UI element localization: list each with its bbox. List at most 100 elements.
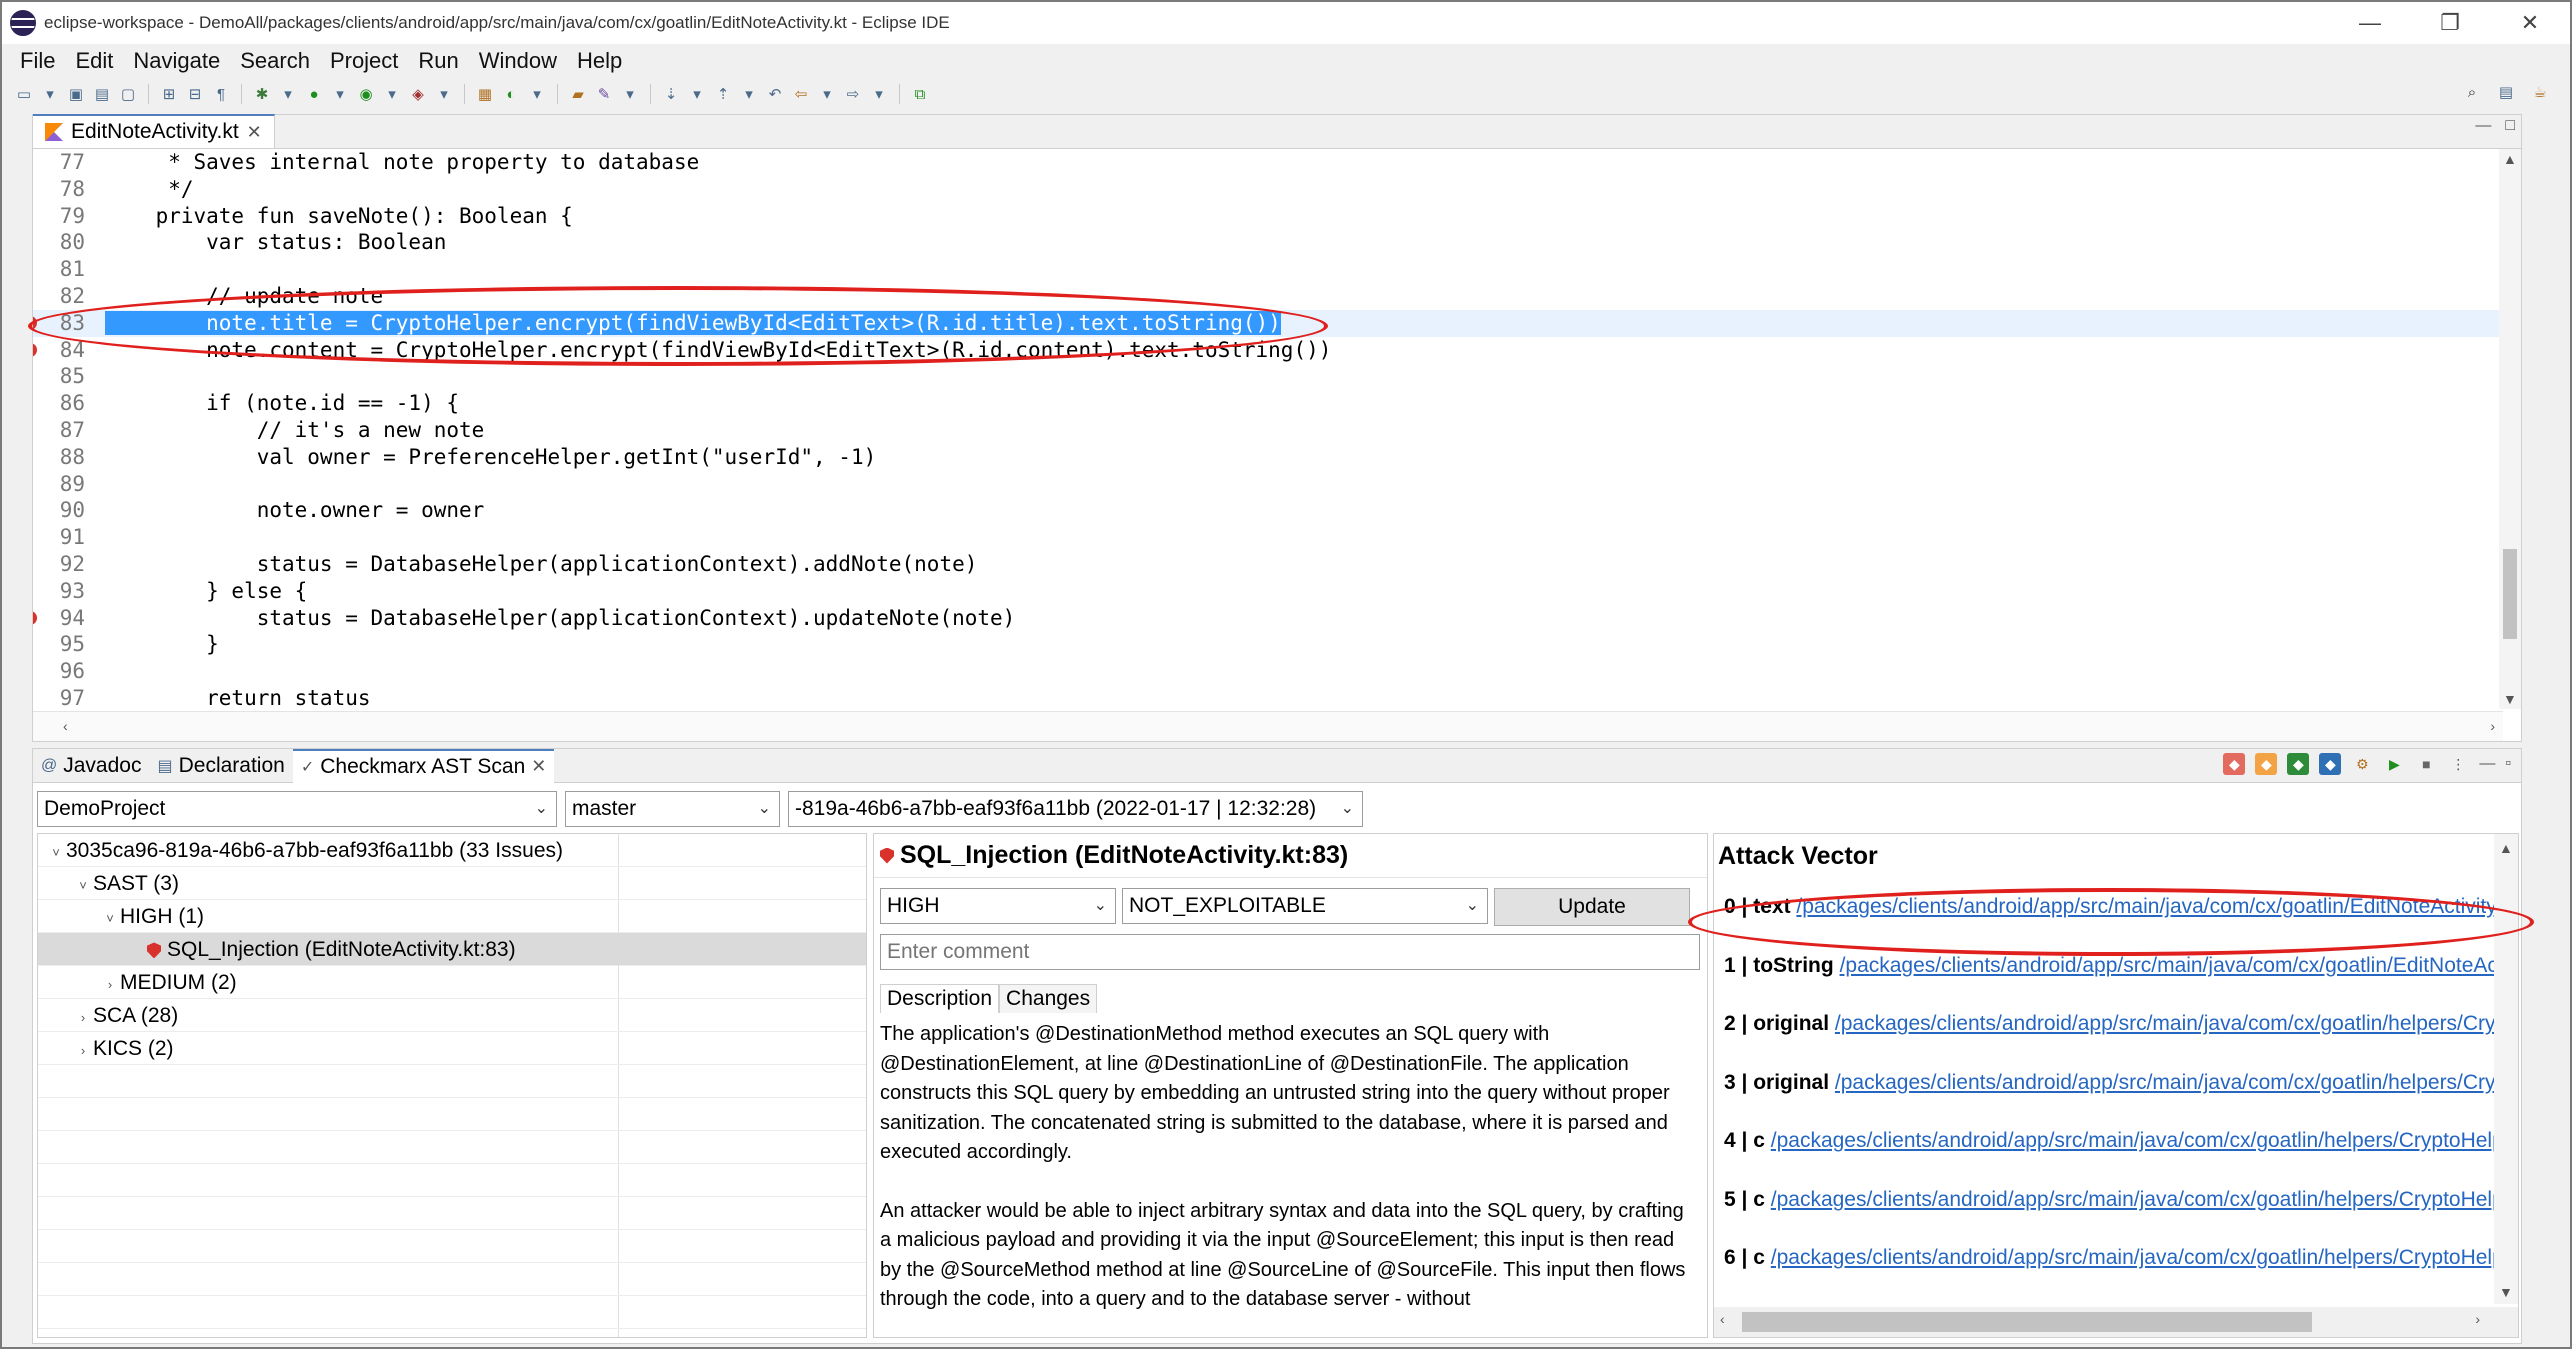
code-line[interactable]: 85 [33,363,2503,390]
dropdown-icon[interactable]: ▾ [817,84,837,104]
search-tool-icon[interactable]: ✎ [594,84,614,104]
node-file-link[interactable]: /packages/clients/android/app/src/main/j… [1835,1012,2518,1035]
scroll-thumb[interactable] [1742,1312,2312,1332]
close-button[interactable]: ✕ [2490,2,2570,44]
menu-file[interactable]: File [10,48,65,74]
tab-changes[interactable]: Changes [999,984,1098,1013]
dropdown-icon[interactable]: ▾ [620,84,640,104]
node-file-link[interactable]: /packages/clients/android/app/src/main/j… [1835,1071,2518,1094]
comment-input[interactable] [880,934,1700,970]
code-line[interactable]: 86 if (note.id == -1) { [33,390,2503,417]
code-line[interactable]: 77 * Saves internal note property to dat… [33,149,2503,176]
scroll-thumb[interactable] [2503,549,2517,639]
pin-editor-icon[interactable]: ⧉ [910,84,930,104]
code-line[interactable]: 90 note.owner = owner [33,497,2503,524]
tab-javadoc[interactable]: @ Javadoc [33,749,149,783]
close-icon[interactable]: ✕ [247,122,262,143]
prev-annotation-icon[interactable]: ⇡ [713,84,733,104]
code-line[interactable]: 91 [33,524,2503,551]
tree-item[interactable]: › KICS (2) [38,1032,866,1065]
dropdown-icon[interactable]: ▾ [527,84,547,104]
code-line[interactable]: 83× note.title = CryptoHelper.encrypt(fi… [33,309,2503,337]
tree-item[interactable]: › SCA (28) [38,999,866,1032]
editor-horizontal-scrollbar[interactable]: ‹ › [33,711,2503,741]
chevron-down-icon[interactable]: ˅ [46,836,66,869]
chevron-right-icon[interactable]: › [100,968,120,1001]
dropdown-icon[interactable]: ▾ [434,84,454,104]
debug-icon[interactable]: ✱ [252,84,272,104]
minimize-button[interactable]: — [2330,2,2410,44]
chevron-right-icon[interactable]: › [73,1001,93,1034]
code-editor[interactable]: EditNoteActivity.kt ✕ — □ 77 * Saves int… [32,114,2522,742]
dropdown-icon[interactable]: ▾ [40,84,60,104]
dropdown-icon[interactable]: ▾ [869,84,889,104]
menu-navigate[interactable]: Navigate [123,48,230,74]
save-all-icon[interactable]: ▤ [92,84,112,104]
code-line[interactable]: 81 [33,256,2503,283]
terminal-icon[interactable]: ▢ [118,84,138,104]
chevron-down-icon[interactable]: ˅ [100,902,120,935]
node-file-link[interactable]: /packages/clients/android/app/src/main/j… [1771,1129,2518,1152]
code-line[interactable]: 87 // it's a new note [33,417,2503,444]
coverage-icon[interactable]: ◉ [356,84,376,104]
open-perspective-icon[interactable]: ▤ [2496,82,2516,102]
close-icon[interactable]: ✕ [531,756,546,777]
filter-low-icon[interactable]: ◆ [2287,753,2310,775]
restore-button[interactable]: ❐ [2410,2,2490,44]
code-line[interactable]: 94× status = DatabaseHelper(applicationC… [33,605,2503,632]
code-line[interactable]: 97 return status [33,685,2503,709]
node-file-link[interactable]: /packages/clients/android/app/src/main/j… [1840,954,2518,977]
tree-item[interactable]: SQL_Injection (EditNoteActivity.kt:83) [38,933,866,966]
tab-description[interactable]: Description [880,984,1000,1013]
scroll-down-icon[interactable]: ▼ [2503,691,2517,707]
view-menu-icon[interactable]: ⋮ [2447,753,2469,775]
code-line[interactable]: 84× note.content = CryptoHelper.encrypt(… [33,337,2503,364]
new-icon[interactable]: ▭ [14,84,34,104]
project-combo[interactable]: DemoProject ⌄ [37,791,557,827]
maximize-view-icon[interactable]: ▫ [2505,755,2511,773]
stop-scan-icon[interactable]: ■ [2415,753,2437,775]
external-tools-icon[interactable]: ◈ [408,84,428,104]
results-tree[interactable]: ˅ 3035ca96-819a-46b6-a7bb-eaf93f6a11bb (3… [37,833,867,1338]
attack-vector-vertical-scrollbar[interactable]: ▲ ▼ [2494,834,2518,1304]
run-icon[interactable]: ● [304,84,324,104]
chevron-right-icon[interactable]: › [73,1034,93,1067]
code-line[interactable]: 88 val owner = PreferenceHelper.getInt("… [33,444,2503,471]
update-button[interactable]: Update [1494,888,1690,926]
minimize-view-icon[interactable]: — [2479,755,2495,773]
attack-vector-horizontal-scrollbar[interactable]: ‹ › [1714,1307,2518,1337]
tree-item[interactable]: ˅ 3035ca96-819a-46b6-a7bb-eaf93f6a11bb (3… [38,834,866,867]
editor-vertical-scrollbar[interactable]: ▲ ▼ [2499,149,2521,709]
toggle-mark-icon[interactable]: ⊞ [159,84,179,104]
search-icon[interactable]: ⌕ [2462,82,2482,102]
scroll-right-icon[interactable]: › [2475,1311,2480,1327]
tab-editnoteactivity[interactable]: EditNoteActivity.kt ✕ [33,114,275,148]
menu-help[interactable]: Help [567,48,632,74]
maximize-view-icon[interactable]: □ [2505,117,2515,135]
branch-combo[interactable]: master ⌄ [565,791,780,827]
code-line[interactable]: 78 */ [33,176,2503,203]
menu-run[interactable]: Run [408,48,468,74]
code-line[interactable]: 96 [33,658,2503,685]
minimize-view-icon[interactable]: — [2475,117,2491,135]
scroll-up-icon[interactable]: ▲ [2503,151,2517,167]
save-icon[interactable]: ▣ [66,84,86,104]
menu-edit[interactable]: Edit [65,48,123,74]
code-line[interactable]: 80 var status: Boolean [33,229,2503,256]
menu-project[interactable]: Project [320,48,408,74]
dropdown-icon[interactable]: ▾ [739,84,759,104]
start-scan-icon[interactable]: ▶ [2383,753,2405,775]
scroll-left-icon[interactable]: ‹ [1720,1311,1725,1327]
tab-checkmarx[interactable]: ✓ Checkmarx AST Scan ✕ [292,748,555,783]
code-line[interactable]: 93 } else { [33,578,2503,605]
next-annotation-icon[interactable]: ⇣ [661,84,681,104]
new-class-icon[interactable]: ◐ [501,84,521,104]
filter-high-icon[interactable]: ◆ [2223,753,2246,775]
java-perspective-icon[interactable]: ☕ [2530,82,2550,102]
tree-item[interactable]: ˅ HIGH (1) [38,900,866,933]
tree-item[interactable]: ˅ SAST (3) [38,867,866,900]
filter-medium-icon[interactable]: ◆ [2255,753,2278,775]
code-area[interactable]: 77 * Saves internal note property to dat… [33,149,2503,709]
tab-declaration[interactable]: ▤ Declaration [149,749,292,783]
code-line[interactable]: 92 status = DatabaseHelper(applicationCo… [33,551,2503,578]
